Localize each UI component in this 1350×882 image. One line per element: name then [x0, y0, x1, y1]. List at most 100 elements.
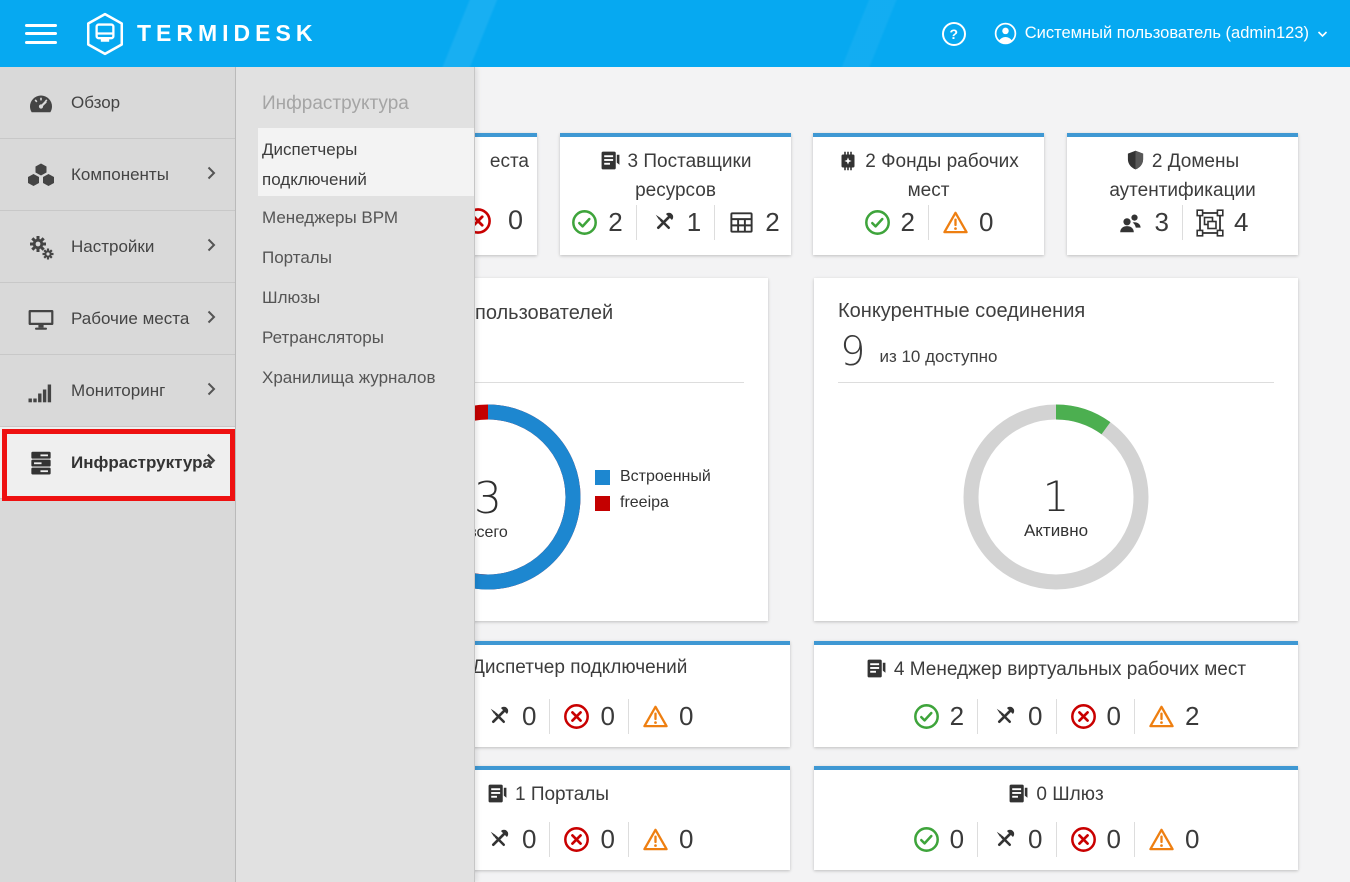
sidebar-item-overview[interactable]: Обзор: [0, 67, 235, 139]
sidebar: Обзор Компоненты: [0, 67, 236, 882]
stat-errors: 0: [1056, 822, 1134, 857]
monitor-icon: [26, 305, 56, 333]
card-title-text: 2 Фонды рабочих мест: [865, 151, 1019, 201]
stat-value: 0: [679, 824, 693, 855]
sidebar-item-settings[interactable]: Настройки: [0, 211, 235, 283]
error-circle-icon: [563, 703, 590, 730]
gears-icon: [26, 233, 56, 261]
stat-card-workplace-pools: 2 Фонды рабочих мест 2 0: [813, 133, 1044, 255]
stat-value: 0: [1028, 701, 1042, 732]
termidesk-logo-icon: [84, 12, 126, 56]
submenu-item-relays[interactable]: Ретрансляторы: [262, 328, 384, 348]
stat-card-vdi-managers: 4 Менеджер виртуальных рабочих мест 2 0 …: [814, 641, 1298, 747]
stat-registered: 2: [714, 205, 792, 240]
submenu-item-portals[interactable]: Порталы: [262, 248, 332, 268]
cubes-icon: [26, 161, 56, 189]
sidebar-item-infrastructure[interactable]: Инфраструктура: [0, 427, 235, 499]
sidebar-item-label: Мониторинг: [71, 381, 165, 401]
stat-card-auth-domains: 2 Домены аутентификации 3 4: [1067, 133, 1298, 255]
sidebar-item-components[interactable]: Компоненты: [0, 139, 235, 211]
document-icon: [1008, 783, 1029, 811]
stat-warning: 2: [1134, 699, 1212, 734]
object-group-icon: [1196, 209, 1224, 237]
top-bar: TERMIDESK ? Системный пользователь (admi…: [0, 0, 1350, 67]
stat-ok: 2: [851, 205, 928, 240]
legend-item: Встроенный: [595, 468, 711, 486]
stat-warning: 0: [628, 822, 706, 857]
error-circle-icon: [1070, 703, 1097, 730]
dashboard-icon: [26, 89, 56, 117]
check-circle-icon: [913, 826, 940, 853]
sidebar-item-label: Компоненты: [71, 165, 169, 185]
card-title-text: Диспетчер подключений: [472, 657, 687, 679]
stat-value: 0: [522, 824, 536, 855]
check-circle-icon: [571, 209, 598, 236]
warning-triangle-icon: [1148, 826, 1175, 853]
available-caption: из 10 доступно: [879, 347, 997, 370]
tools-icon: [991, 703, 1018, 730]
user-menu-button[interactable]: Системный пользователь (admin123): [994, 22, 1328, 45]
hamburger-menu-icon[interactable]: [25, 18, 57, 49]
legend-item: freeipa: [595, 494, 711, 512]
error-circle-icon: [563, 826, 590, 853]
chart-title: Конкурентные соединения: [838, 300, 1085, 323]
submenu-item-vdi-managers[interactable]: Менеджеры ВРМ: [262, 208, 398, 228]
submenu-item-label: подключений: [262, 165, 474, 195]
sidebar-item-monitoring[interactable]: Мониторинг: [0, 355, 235, 427]
stat-value: 0: [1028, 824, 1042, 855]
chevron-right-icon: [207, 309, 216, 329]
user-name-label: Системный пользователь (admin123): [1025, 24, 1309, 43]
chevron-right-icon: [207, 381, 216, 401]
stat-value: 0: [600, 701, 614, 732]
chart-legend: Встроенный freeipa: [595, 468, 711, 512]
sidebar-item-label: Рабочие места: [71, 309, 189, 329]
chevron-down-icon: [1317, 30, 1328, 38]
user-avatar-icon: [994, 22, 1017, 45]
help-button[interactable]: ?: [942, 22, 966, 46]
sidebar-item-label: Обзор: [71, 93, 120, 113]
stat-value: 2: [608, 207, 622, 238]
document-icon: [600, 150, 621, 178]
stat-ok: 2: [558, 205, 635, 240]
stat-users: 3: [1104, 205, 1182, 240]
sidebar-item-workplaces[interactable]: Рабочие места: [0, 283, 235, 355]
check-circle-icon: [864, 209, 891, 236]
sidebar-item-label: Инфраструктура: [71, 453, 212, 473]
stat-maintenance: 0: [977, 822, 1055, 857]
users-icon: [1117, 209, 1145, 237]
submenu-item-connection-dispatchers[interactable]: Диспетчеры подключений: [258, 128, 474, 196]
stat-value: 2: [901, 207, 915, 238]
stat-value: 1: [687, 207, 701, 238]
submenu-item-gateways[interactable]: Шлюзы: [262, 288, 320, 308]
donut-active-value: 1: [976, 475, 1136, 519]
card-title-text: 4 Менеджер виртуальных рабочих мест: [894, 659, 1246, 680]
donut-active-caption: Активно: [976, 521, 1136, 541]
tools-icon: [991, 826, 1018, 853]
stat-ok: 0: [900, 822, 977, 857]
submenu-item-log-storages[interactable]: Хранилища журналов: [262, 368, 435, 388]
warning-triangle-icon: [942, 209, 969, 236]
chip-icon: [838, 151, 858, 178]
stat-ok: 2: [900, 699, 977, 734]
stat-errors: 0: [1056, 699, 1134, 734]
stat-value: 0: [1107, 701, 1121, 732]
stat-errors: 0: [549, 822, 627, 857]
stat-value: 0: [522, 701, 536, 732]
stat-value: 2: [1185, 701, 1199, 732]
error-circle-icon: [1070, 826, 1097, 853]
card-title-text: 0 Шлюз: [1036, 784, 1103, 805]
stat-card-resource-providers: 3 Поставщики ресурсов 2 1 2: [560, 133, 791, 255]
stat-value: 3: [1155, 207, 1169, 238]
chevron-right-icon: [207, 237, 216, 257]
card-title-fragment: еста: [490, 151, 529, 173]
stat-errors: 0: [549, 699, 627, 734]
tools-icon: [650, 209, 677, 236]
legend-label: Встроенный: [620, 468, 711, 486]
stats-row: 2 1 2: [560, 205, 791, 240]
stat-warning: 0: [1134, 822, 1212, 857]
stat-value: 2: [765, 207, 779, 238]
stat-value: 0: [600, 824, 614, 855]
tools-icon: [485, 703, 512, 730]
stat-warning: 0: [928, 205, 1006, 240]
available-counter: 9 из 10 доступно: [840, 334, 998, 370]
